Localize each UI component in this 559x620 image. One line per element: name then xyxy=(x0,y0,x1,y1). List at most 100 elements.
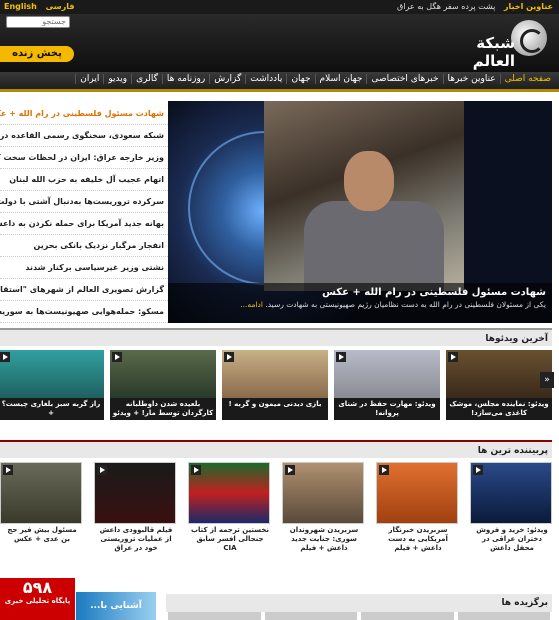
feature-title[interactable]: شهادت مسئول فلسطینی در رام الله + عکس xyxy=(174,287,546,298)
play-icon xyxy=(0,352,10,362)
headline-item[interactable]: شبکه سعودی، سخنگوی رسمی القاعده در یمن xyxy=(0,125,168,147)
video-caption: بلعیده شدن داوطلبانه کارگردان توسط مار! … xyxy=(110,398,216,420)
feature-photo xyxy=(264,101,464,291)
popular-card[interactable]: ویدئو: خرید و فروش دختران عراقی در محفل … xyxy=(470,462,552,553)
nav-item-exclusive[interactable]: خبرهای اختصاصی xyxy=(366,74,442,84)
feature-summary-text: یکی از مسئولان فلسطینی در رام الله به دس… xyxy=(265,300,546,309)
most-viewed-header: پربیننده ترین ها xyxy=(0,440,552,458)
main-nav: صفحه اصلی عناوین خبرها خبرهای اختصاصی جه… xyxy=(0,72,559,92)
nav-item-iran[interactable]: ایران xyxy=(75,74,103,84)
search-input[interactable]: جستجو xyxy=(6,16,70,28)
play-icon xyxy=(473,465,483,475)
ticker-text[interactable]: پشت پرده سفر هگل به عراق xyxy=(397,2,495,11)
favorites-header: برگزیده ها xyxy=(166,594,552,612)
headline-list: شهادت مسئول فلسطینی در رام الله + عکس شب… xyxy=(0,103,168,323)
video-thumbnail xyxy=(0,350,104,398)
popular-thumbnail xyxy=(188,462,270,524)
popular-thumbnail xyxy=(376,462,458,524)
popular-card[interactable]: سربریدن خبرنگار آمریکایی به دست داعش + ف… xyxy=(376,462,458,553)
nav-item-gallery[interactable]: گالری xyxy=(131,74,162,84)
favorite-thumbnail[interactable] xyxy=(168,612,261,620)
popular-card[interactable]: فیلم قالبوودی داعش از عملیات تروریستی خو… xyxy=(94,462,176,553)
video-card[interactable]: راز گربه سبز بلغاری چیست؟ + xyxy=(0,350,104,420)
latest-videos-header: آخرین ویدئوها xyxy=(0,328,552,346)
play-icon xyxy=(379,465,389,475)
popular-thumbnail xyxy=(94,462,176,524)
logo-icon xyxy=(511,20,547,56)
video-card[interactable]: ویدئو: نماینده مجلس، موشک کاغذی می‌سازد! xyxy=(446,350,552,420)
play-icon xyxy=(336,352,346,362)
play-icon xyxy=(224,352,234,362)
latest-videos-row: ویدئو: نماینده مجلس، موشک کاغذی می‌سازد!… xyxy=(0,350,552,420)
video-card[interactable]: بازی دیدنی میمون و گربه ! xyxy=(222,350,328,420)
most-viewed-row: ویدئو: خرید و فروش دختران عراقی در محفل … xyxy=(0,462,552,553)
favorite-thumbnail[interactable] xyxy=(361,612,454,620)
video-card[interactable]: بلعیده شدن داوطلبانه کارگردان توسط مار! … xyxy=(110,350,216,420)
popular-card[interactable]: مسئول بیش فیر حج بن عدی + عکس xyxy=(0,462,82,553)
language-switcher: English فارسی xyxy=(4,2,80,11)
feature-caption: شهادت مسئول فلسطینی در رام الله + عکس یک… xyxy=(168,283,552,323)
nav-item-islamic-world[interactable]: جهان اسلام xyxy=(314,74,367,84)
popular-thumbnail xyxy=(0,462,82,524)
lang-english-link[interactable]: English xyxy=(4,2,37,11)
lang-farsi-link[interactable]: فارسی xyxy=(46,2,75,11)
site-logo[interactable]: شبكة العالم xyxy=(437,20,547,70)
video-thumbnail xyxy=(222,350,328,398)
headline-item[interactable]: اتهام عجیب آل خلیفه به حزب الله لبنان xyxy=(0,169,168,191)
popular-card[interactable]: سربریدن شهروندان سوری: جنایت جدید داعش +… xyxy=(282,462,364,553)
popular-caption: فیلم قالبوودی داعش از عملیات تروریستی خو… xyxy=(99,526,173,552)
photo-figure xyxy=(304,201,444,291)
popular-caption: ویدئو: خرید و فروش دختران عراقی در محفل … xyxy=(476,526,548,552)
nav-item-report[interactable]: گزارش xyxy=(209,74,245,84)
play-icon xyxy=(97,465,107,475)
play-icon xyxy=(285,465,295,475)
play-icon xyxy=(112,352,122,362)
popular-caption: سربریدن شهروندان سوری: جنایت جدید داعش +… xyxy=(289,526,359,552)
favorite-thumbnail[interactable] xyxy=(264,612,357,620)
nav-item-headlines[interactable]: عناوین خبرها xyxy=(442,74,500,84)
play-icon xyxy=(3,465,13,475)
video-caption: ویدئو: مهارت حفظ در شنای پروانه! xyxy=(334,398,440,420)
carousel-next-arrow-icon[interactable]: » xyxy=(540,372,554,388)
play-icon xyxy=(191,465,201,475)
read-more-link[interactable]: ادامه... xyxy=(240,300,263,309)
headline-item[interactable]: مسکو: حمله‌هوایی صهیونیست‌ها به سوریه را… xyxy=(0,301,168,323)
headline-item[interactable]: نشتی وزیر غیرسیاسی برکنار شدند xyxy=(0,257,168,279)
ad-banner-secondary[interactable]: آشنایی با... xyxy=(76,592,156,620)
headline-item[interactable]: گزارش تصویری العالم از شهرهای "استقامت" xyxy=(0,279,168,301)
nav-item-newspapers[interactable]: روزنامه ها xyxy=(161,74,209,84)
favorites-row xyxy=(166,612,552,620)
play-icon xyxy=(448,352,458,362)
live-stream-button[interactable]: پخش زنده xyxy=(0,46,74,62)
nav-item-video[interactable]: ویدیو xyxy=(103,74,131,84)
feature-summary: یکی از مسئولان فلسطینی در رام الله به دس… xyxy=(174,300,546,309)
popular-caption: سربریدن خبرنگار آمریکایی به دست داعش + ف… xyxy=(388,526,448,552)
site-header: جستجو پخش زنده شبكة العالم xyxy=(0,14,559,72)
popular-caption: نخستین ترجمه از کتاب جنجالی افسر سابق CI… xyxy=(190,526,270,552)
ad-subtitle: پایگاه تحلیلی خبری xyxy=(4,597,71,605)
headline-item[interactable]: انفجار مرگبار نزدیک بانکی بحرین xyxy=(0,235,168,257)
video-card[interactable]: ویدئو: مهارت حفظ در شنای پروانه! xyxy=(334,350,440,420)
favorite-thumbnail[interactable] xyxy=(457,612,550,620)
popular-caption: مسئول بیش فیر حج بن عدی + عکس xyxy=(7,526,77,543)
nav-item-world[interactable]: جهان xyxy=(286,74,314,84)
video-thumbnail xyxy=(110,350,216,398)
video-thumbnail xyxy=(446,350,552,398)
headline-item[interactable]: سرکرده تروریست‌ها به‌دنبال آشتی با دولت … xyxy=(0,191,168,213)
nav-item-home[interactable]: صفحه اصلی xyxy=(499,74,555,84)
video-thumbnail xyxy=(334,350,440,398)
featured-story[interactable]: شهادت مسئول فلسطینی در رام الله + عکس یک… xyxy=(168,101,552,323)
news-ticker: عناوین اخبار پشت پرده سفر هگل به عراق xyxy=(397,2,553,11)
ad-banner-598[interactable]: ۵۹۸ پایگاه تحلیلی خبری xyxy=(0,578,75,620)
headline-item[interactable]: وزیر خارجه عراق: ایران در لحظات سخت کنار… xyxy=(0,147,168,169)
popular-card[interactable]: نخستین ترجمه از کتاب جنجالی افسر سابق CI… xyxy=(188,462,270,553)
headline-item[interactable]: شهادت مسئول فلسطینی در رام الله + عکس xyxy=(0,103,168,125)
logo-text: شبكة العالم xyxy=(472,34,515,70)
top-bar: English فارسی عناوین اخبار پشت پرده سفر … xyxy=(0,0,559,14)
video-caption: راز گربه سبز بلغاری چیست؟ + xyxy=(0,398,104,420)
ticker-label: عناوین اخبار xyxy=(503,2,553,11)
video-caption: بازی دیدنی میمون و گربه ! xyxy=(222,398,328,420)
popular-thumbnail xyxy=(470,462,552,524)
nav-item-notes[interactable]: یادداشت xyxy=(245,74,286,84)
headline-item[interactable]: بهانه جدید آمریکا برای حمله نکردن به داع… xyxy=(0,213,168,235)
